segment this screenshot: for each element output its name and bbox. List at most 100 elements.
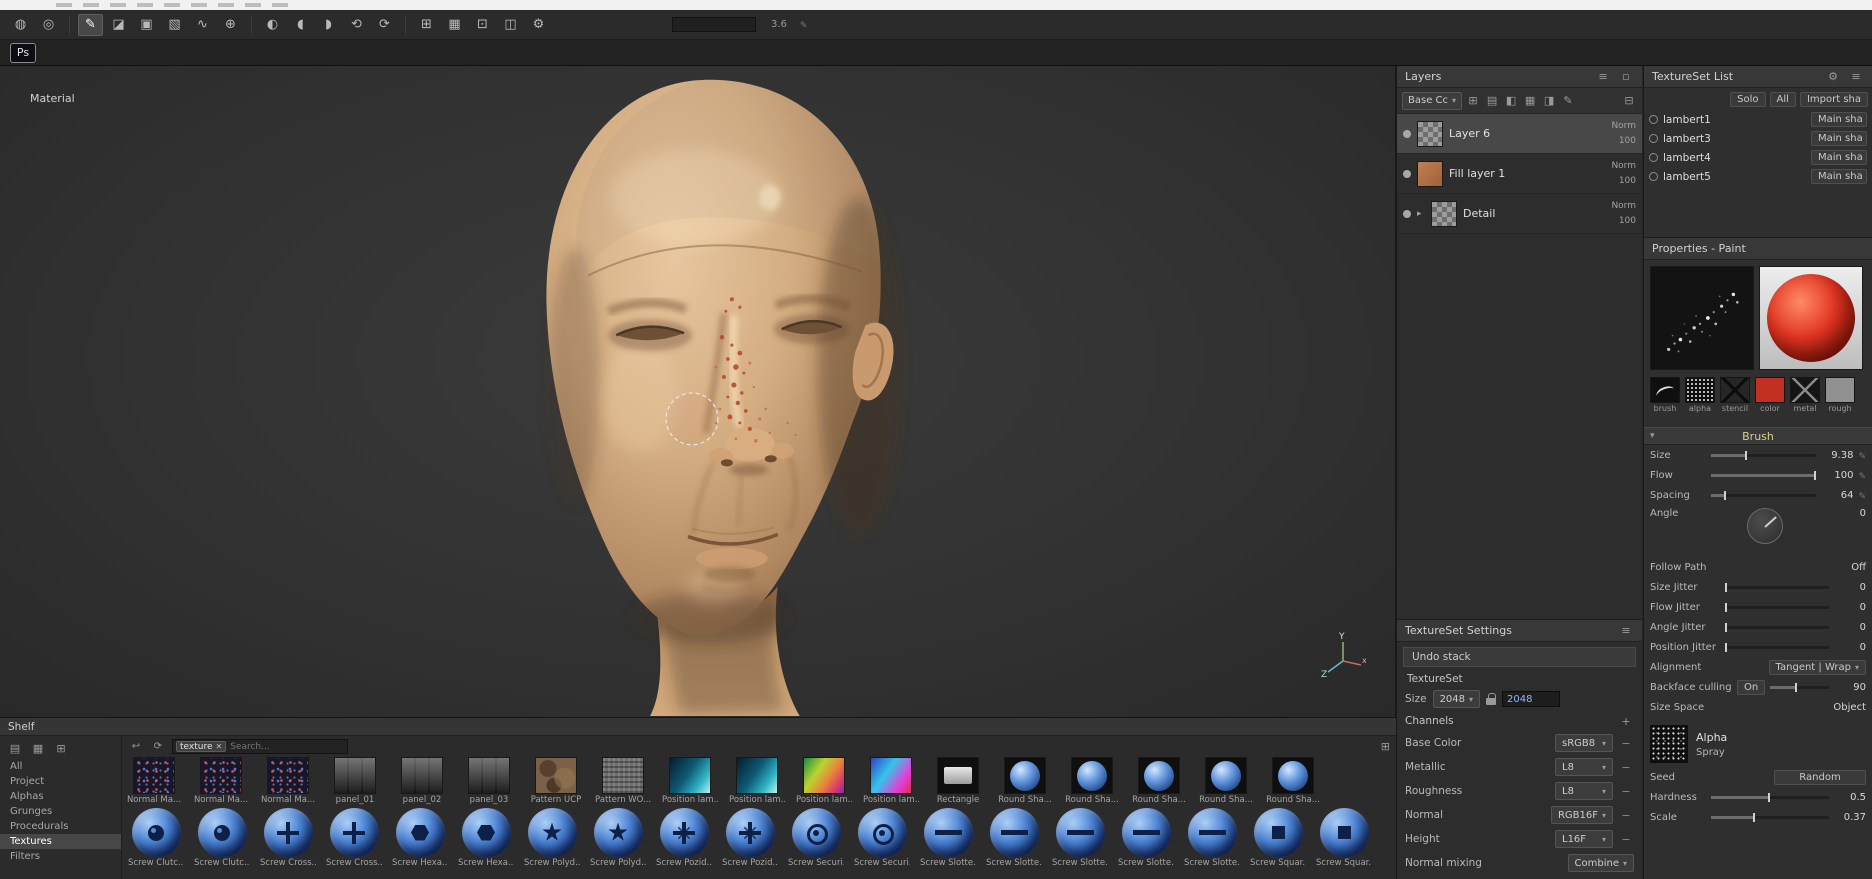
shelf-asset-thumbnail[interactable] bbox=[1004, 757, 1046, 794]
layer-visibility-icon[interactable] bbox=[1403, 169, 1411, 178]
shelf-asset[interactable]: Screw Securi... bbox=[854, 808, 910, 868]
search-box[interactable]: texture bbox=[172, 739, 348, 754]
shelf-asset[interactable]: Round Sha... bbox=[1065, 757, 1119, 805]
shelf-asset-thumbnail[interactable] bbox=[1071, 757, 1113, 794]
shelf-asset-thumbnail[interactable] bbox=[1055, 808, 1105, 857]
layer-row[interactable]: Detail Norm 100 bbox=[1397, 194, 1642, 234]
material-preview[interactable] bbox=[1759, 266, 1863, 370]
channel-thumb-image[interactable] bbox=[1790, 377, 1820, 403]
shelf-asset[interactable]: Screw Pozid... bbox=[656, 808, 712, 868]
layers-panel-header[interactable]: Layers ≡ ▫ bbox=[1397, 66, 1642, 88]
shelf-asset[interactable]: Round Sha... bbox=[1199, 757, 1253, 805]
folder-icon[interactable]: ▤ bbox=[7, 740, 23, 756]
panel-detach-icon[interactable]: ▫ bbox=[1618, 69, 1634, 85]
shelf-asset[interactable]: Rectangle bbox=[936, 757, 980, 805]
textureset-row[interactable]: lambert1 Main sha bbox=[1644, 110, 1872, 129]
param-edit-icon[interactable] bbox=[1858, 469, 1866, 482]
size-space-value[interactable]: Object bbox=[1833, 702, 1866, 713]
shelf-asset-thumbnail[interactable] bbox=[989, 808, 1039, 857]
shelf-asset-thumbnail[interactable] bbox=[593, 808, 643, 857]
ps-plugin-badge[interactable]: Ps bbox=[10, 42, 36, 63]
back-icon[interactable]: ↩ bbox=[128, 739, 144, 755]
shelf-asset[interactable]: Round Sha... bbox=[1132, 757, 1186, 805]
add-mask-icon[interactable]: ◧ bbox=[1503, 93, 1519, 109]
scale-slider[interactable] bbox=[1711, 812, 1829, 822]
folder-open-icon[interactable]: ▦ bbox=[30, 740, 46, 756]
shader-assign-button[interactable]: Main sha bbox=[1811, 150, 1867, 165]
add-fill-layer-icon[interactable]: ▤ bbox=[1484, 93, 1500, 109]
jitter-slider[interactable] bbox=[1725, 602, 1829, 612]
channel-thumb[interactable]: metal bbox=[1790, 377, 1820, 413]
shelf-asset-thumbnail[interactable] bbox=[133, 757, 175, 794]
textureset-visibility-radio[interactable] bbox=[1649, 172, 1658, 181]
shelf-asset[interactable]: Screw Clutc... bbox=[194, 808, 250, 868]
shelf-asset-thumbnail[interactable] bbox=[334, 757, 376, 794]
layer-visibility-icon[interactable] bbox=[1403, 209, 1411, 218]
shelf-category[interactable]: Filters bbox=[0, 849, 121, 864]
shelf-asset-thumbnail[interactable] bbox=[131, 808, 181, 857]
shelf-asset-thumbnail[interactable] bbox=[1205, 757, 1247, 794]
shelf-asset[interactable]: Screw Polyd... bbox=[590, 808, 646, 868]
param-edit-icon[interactable] bbox=[1858, 489, 1866, 502]
frame-view-icon[interactable]: ⊡ bbox=[470, 14, 495, 36]
shelf-asset-thumbnail[interactable] bbox=[197, 808, 247, 857]
normal-mixing-select[interactable]: Combine bbox=[1567, 854, 1634, 872]
shelf-asset[interactable]: panel_03 bbox=[467, 757, 511, 805]
shelf-asset-thumbnail[interactable] bbox=[263, 808, 313, 857]
material-sphere-icon[interactable]: ◍ bbox=[8, 14, 33, 36]
eraser-tool-icon[interactable]: ◪ bbox=[106, 14, 131, 36]
panel-menu-icon[interactable]: ≡ bbox=[1848, 69, 1864, 85]
shader-sphere-icon[interactable]: ◎ bbox=[36, 14, 61, 36]
brush-cursor[interactable] bbox=[665, 392, 719, 446]
shelf-asset[interactable]: Round Sha... bbox=[1266, 757, 1320, 805]
layer-visibility-icon[interactable] bbox=[1403, 129, 1411, 138]
channel-thumb-image[interactable] bbox=[1650, 377, 1680, 403]
layer-thumbnail[interactable] bbox=[1417, 120, 1443, 147]
head-model[interactable] bbox=[470, 68, 915, 716]
thumbnail-view-icon[interactable]: ⊞ bbox=[1381, 740, 1390, 753]
hardness-slider[interactable] bbox=[1711, 792, 1829, 802]
size-input[interactable] bbox=[1502, 691, 1561, 707]
shelf-asset-thumbnail[interactable] bbox=[870, 757, 912, 794]
shelf-asset[interactable]: panel_02 bbox=[400, 757, 444, 805]
shelf-asset[interactable]: Round Sha... bbox=[998, 757, 1052, 805]
toolbar-input[interactable] bbox=[672, 17, 756, 32]
channel-thumb[interactable]: brush bbox=[1650, 377, 1680, 413]
brush-stroke-preview[interactable] bbox=[1650, 266, 1754, 370]
panel-settings-icon[interactable]: ⚙ bbox=[1825, 69, 1841, 85]
channel-thumb[interactable]: alpha bbox=[1685, 377, 1715, 413]
add-effect-icon[interactable]: ◨ bbox=[1541, 93, 1557, 109]
shader-assign-button[interactable]: Main sha bbox=[1811, 112, 1867, 127]
channel-format-select[interactable]: RGB16F bbox=[1550, 806, 1613, 824]
shelf-asset[interactable]: Position lam... bbox=[729, 757, 785, 805]
shelf-asset[interactable]: Screw Polyd... bbox=[524, 808, 580, 868]
channel-thumb-image[interactable] bbox=[1825, 377, 1855, 403]
channel-format-select[interactable]: L16F bbox=[1555, 830, 1613, 848]
channel-thumb-image[interactable] bbox=[1685, 377, 1715, 403]
shader-assign-button[interactable]: Main sha bbox=[1811, 169, 1867, 184]
shelf-asset[interactable]: Normal Ma... bbox=[194, 757, 248, 805]
lock-icon[interactable] bbox=[1486, 693, 1497, 705]
layer-thumbnail[interactable] bbox=[1417, 160, 1443, 187]
panel-menu-icon[interactable]: ≡ bbox=[1595, 69, 1611, 85]
shelf-asset-thumbnail[interactable] bbox=[329, 808, 379, 857]
channel-thumb[interactable]: rough bbox=[1825, 377, 1855, 413]
blend-mode-select[interactable]: Base Cc bbox=[1402, 91, 1463, 110]
shelf-asset[interactable]: Screw Slotte... bbox=[986, 808, 1042, 868]
panel-menu-icon[interactable]: ≡ bbox=[1618, 623, 1634, 639]
shelf-category[interactable]: Project bbox=[0, 774, 121, 789]
shelf-asset[interactable]: Position lam... bbox=[863, 757, 919, 805]
lasso-left-icon[interactable]: ◖ bbox=[288, 14, 313, 36]
param-slider[interactable] bbox=[1711, 470, 1817, 480]
axis-gizmo[interactable]: Y Z x bbox=[1319, 629, 1369, 679]
size-select[interactable]: 2048 bbox=[1432, 690, 1481, 708]
shelf-category[interactable]: Grunges bbox=[0, 804, 121, 819]
uv-grid-icon[interactable]: ⊞ bbox=[414, 14, 439, 36]
solo-button[interactable]: Solo bbox=[1730, 91, 1766, 107]
shelf-asset-thumbnail[interactable] bbox=[923, 808, 973, 857]
alignment-select[interactable]: Tangent | Wrap bbox=[1768, 659, 1866, 675]
shelf-asset-thumbnail[interactable] bbox=[1121, 808, 1171, 857]
lasso-right-icon[interactable]: ◗ bbox=[316, 14, 341, 36]
backface-toggle[interactable]: On bbox=[1737, 679, 1766, 695]
follow-path-value[interactable]: Off bbox=[1851, 562, 1866, 573]
